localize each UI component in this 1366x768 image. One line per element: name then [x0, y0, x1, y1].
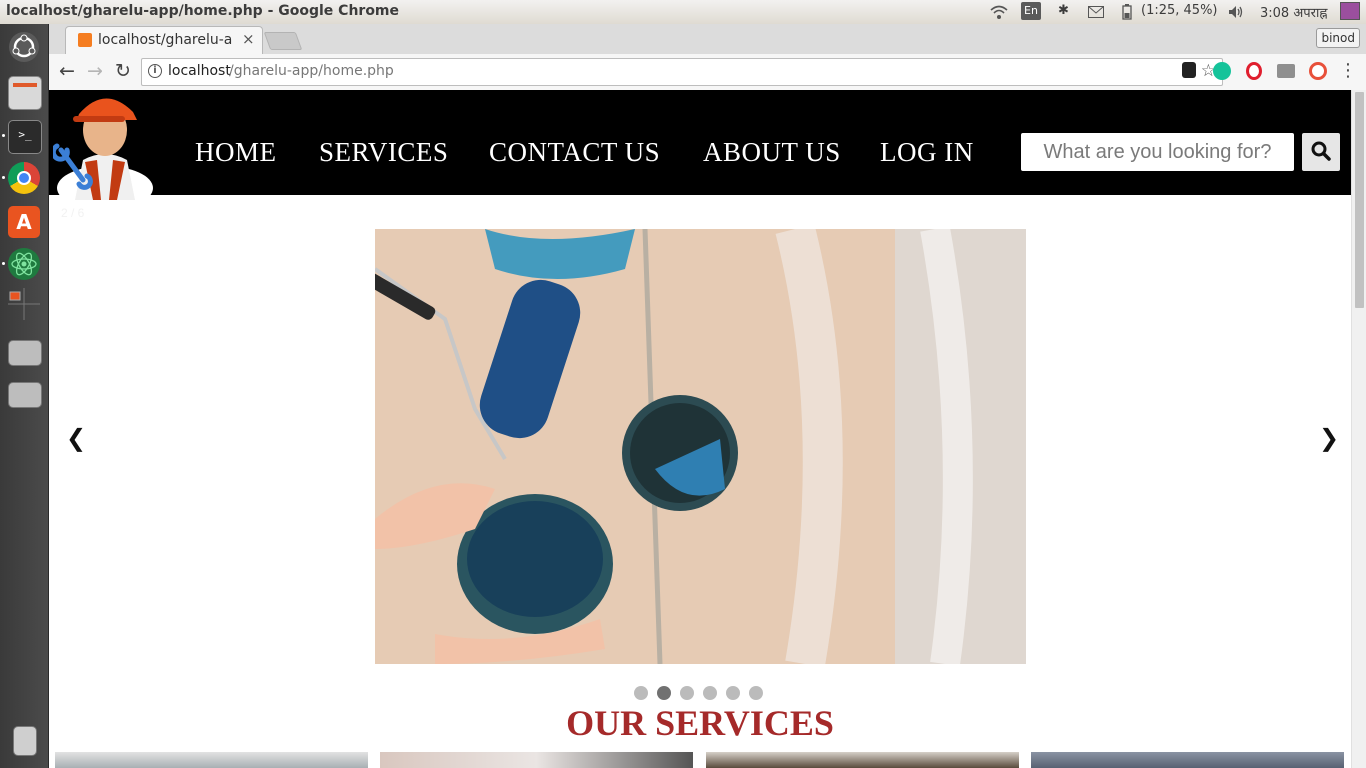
service-card-image[interactable] — [55, 752, 368, 768]
nav-home[interactable]: HOME — [195, 137, 277, 168]
bluetooth-icon[interactable]: ✱ — [1058, 3, 1069, 18]
site-header: HOME SERVICES CONTACT US ABOUT US LOG IN — [49, 90, 1351, 200]
trash-icon[interactable] — [13, 726, 37, 756]
new-tab-button[interactable] — [263, 32, 303, 50]
page-scrollbar[interactable] — [1351, 90, 1366, 768]
opera-icon[interactable] — [1246, 62, 1262, 80]
browser-toolbar: ← → ↻ i localhost /gharelu-app/home.php … — [49, 54, 1366, 91]
reload-button[interactable]: ↻ — [111, 60, 135, 84]
service-card-image[interactable] — [706, 752, 1019, 768]
back-button[interactable]: ← — [55, 60, 79, 84]
browser-tab[interactable]: localhost/gharelu-a × — [65, 26, 263, 55]
terminal-icon[interactable]: >_ — [8, 120, 42, 154]
running-indicator — [2, 134, 5, 137]
page-viewport: HOME SERVICES CONTACT US ABOUT US LOG IN… — [49, 90, 1351, 768]
slide-dot[interactable] — [749, 686, 763, 700]
running-indicator — [2, 262, 5, 265]
atom-icon[interactable] — [8, 248, 40, 280]
window-title: localhost/gharelu-app/home.php - Google … — [6, 3, 400, 19]
slide-image-painting — [375, 229, 1026, 664]
slide-dot[interactable] — [680, 686, 694, 700]
address-bar[interactable]: i localhost /gharelu-app/home.php ☆ — [141, 58, 1223, 86]
search-input[interactable] — [1021, 133, 1294, 171]
nav-services[interactable]: SERVICES — [319, 137, 448, 168]
ubuntu-dash-icon[interactable] — [9, 32, 39, 62]
slide-dot[interactable] — [634, 686, 648, 700]
search-button[interactable] — [1302, 133, 1340, 171]
close-tab-icon[interactable]: × — [242, 30, 255, 48]
services-heading: OUR SERVICES — [566, 703, 834, 743]
nav-about-us[interactable]: ABOUT US — [703, 137, 841, 168]
clock[interactable]: 3:08 अपराह्न — [1260, 3, 1327, 21]
next-slide-button[interactable]: ❯ — [1319, 424, 1339, 452]
keyboard-layout-indicator[interactable]: En — [1021, 2, 1041, 20]
drive-icon[interactable] — [8, 340, 42, 366]
scroll-thumb[interactable] — [1355, 92, 1364, 308]
search-icon — [1311, 141, 1331, 161]
nav-log-in[interactable]: LOG IN — [880, 137, 974, 168]
handyman-logo[interactable] — [53, 90, 157, 200]
profile-button[interactable]: binod — [1316, 28, 1360, 48]
unity-launcher: >_ A — [0, 24, 49, 768]
system-top-panel: localhost/gharelu-app/home.php - Google … — [0, 0, 1366, 25]
slide-counter: 2 / 6 — [61, 206, 85, 220]
url-host: localhost — [168, 63, 231, 79]
slide-dot[interactable] — [703, 686, 717, 700]
gnome-icon[interactable] — [1182, 62, 1196, 78]
drive-icon[interactable] — [8, 382, 42, 408]
running-indicator — [2, 176, 5, 179]
screenshot-icon[interactable] — [1277, 64, 1295, 78]
chrome-menu-icon[interactable]: ⋮ — [1336, 60, 1360, 84]
volume-icon[interactable] — [1228, 5, 1244, 19]
service-card-image[interactable] — [1031, 752, 1344, 768]
browser-tabstrip: localhost/gharelu-a × binod — [49, 24, 1366, 55]
chrome-icon[interactable] — [8, 162, 40, 194]
xampp-favicon-icon — [78, 33, 92, 47]
session-icon[interactable] — [1340, 2, 1360, 20]
battery-status[interactable]: (1:25, 45%) — [1141, 3, 1218, 18]
url-path: /gharelu-app/home.php — [229, 63, 394, 79]
info-icon[interactable]: i — [148, 64, 162, 78]
nav-contact-us[interactable]: CONTACT US — [489, 137, 660, 168]
grammarly-icon[interactable] — [1213, 62, 1231, 80]
mail-icon[interactable] — [1088, 6, 1104, 18]
wifi-icon[interactable] — [990, 4, 1008, 20]
tab-title: localhost/gharelu-a — [98, 32, 233, 48]
forward-button[interactable]: → — [83, 60, 107, 84]
record-icon[interactable] — [1309, 62, 1327, 80]
prev-slide-button[interactable]: ❮ — [66, 424, 86, 452]
service-card-image[interactable] — [380, 752, 693, 768]
files-icon[interactable] — [8, 76, 42, 110]
battery-icon[interactable] — [1122, 4, 1132, 20]
workspace-icon[interactable] — [8, 288, 40, 320]
software-center-icon[interactable]: A — [8, 206, 40, 238]
slide-dot[interactable] — [726, 686, 740, 700]
slide-dot[interactable] — [657, 686, 671, 700]
